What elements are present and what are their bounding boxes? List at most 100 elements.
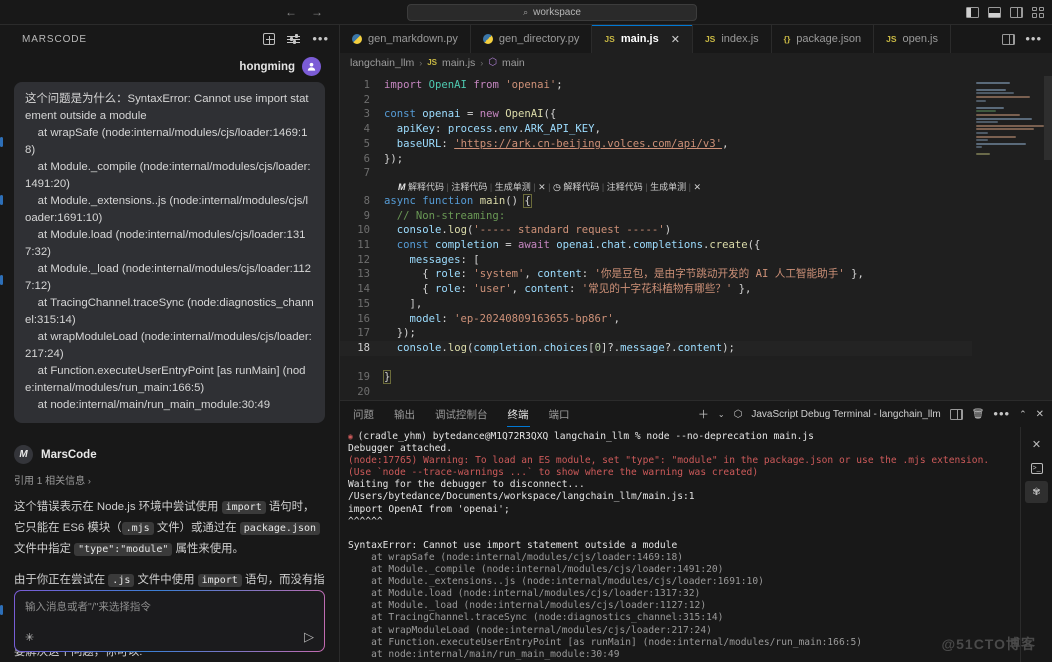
sliders-icon[interactable]: [287, 34, 301, 45]
code-editor[interactable]: 1 import OpenAI from 'openai'; 2 3 const o…: [340, 72, 972, 400]
close-icon[interactable]: ✕: [1036, 409, 1044, 420]
breadcrumb-separator: ›: [419, 57, 423, 68]
breadcrumb[interactable]: langchain_llm › JS main.js › ⬡ main: [340, 53, 1052, 72]
sparkle-icon[interactable]: ✳: [25, 631, 34, 644]
p1-e: 属性来使用。: [172, 543, 244, 555]
terminal-line-text: Waiting for the debugger to disconnect..…: [348, 479, 585, 491]
debug-icon: ✾: [1032, 486, 1041, 498]
function-symbol-icon: ⬡: [488, 57, 498, 68]
ellipsis-icon[interactable]: •••: [993, 407, 1010, 420]
terminal-list-close-icon[interactable]: ✕: [1025, 433, 1048, 455]
terminal-line-text: (node:17765) Warning: To load an ES modu…: [348, 455, 990, 467]
user-message-header: hongming: [14, 53, 325, 82]
bottom-panel: 问题 输出 调试控制台 终端 端口 ＋ ⌄ ⬡ JavaScript Debug…: [340, 400, 1052, 662]
line-number: 4: [363, 123, 370, 136]
codelens2-comment[interactable]: 注释代码: [607, 182, 643, 192]
terminal-line: [348, 528, 1020, 540]
panel-right-icon[interactable]: [1010, 6, 1023, 18]
terminal-list-item-debug[interactable]: ✾: [1025, 481, 1048, 503]
javascript-file-icon: JS: [886, 34, 897, 44]
chat-input[interactable]: 输入消息或者"/"来选择指令 ✳ ▷: [14, 590, 325, 652]
line-number: 20: [357, 386, 370, 399]
codelens2-close-icon[interactable]: ✕: [693, 182, 701, 192]
codelens-comment[interactable]: 注释代码: [451, 182, 487, 192]
terminal-line: SyntaxError: Cannot use import statement…: [348, 540, 1020, 552]
chevron-down-icon[interactable]: ⌄: [718, 410, 725, 419]
breadcrumb-file[interactable]: main.js: [442, 57, 475, 69]
editor-viewport: 1 import OpenAI from 'openai'; 2 3 const o…: [340, 72, 1052, 400]
panel-header: 问题 输出 调试控制台 终端 端口 ＋ ⌄ ⬡ JavaScript Debug…: [340, 401, 1052, 427]
user-avatar-icon[interactable]: [302, 57, 321, 76]
terminal-list-item-shell[interactable]: >_: [1025, 457, 1048, 479]
new-terminal-icon[interactable]: ＋: [698, 406, 709, 422]
tab-open-js[interactable]: JS open.js: [874, 25, 951, 53]
codelens-explain[interactable]: 解释代码: [408, 182, 444, 192]
ellipsis-icon[interactable]: •••: [312, 32, 329, 45]
tab-main-js[interactable]: JS main.js ✕: [592, 25, 693, 53]
command-center-search[interactable]: ⌕ workspace: [407, 3, 697, 21]
codelens2-explain[interactable]: 解释代码: [563, 182, 599, 192]
terminal-line-text: (Use `node --trace-warnings ...` to show…: [348, 467, 759, 479]
terminal-output[interactable]: ◉ (cradle_yhm) bytedance@M1Q72R3QXQ lang…: [340, 427, 1020, 662]
trash-icon[interactable]: 🗑: [972, 409, 985, 420]
panel-tab-terminal[interactable]: 终端: [506, 403, 530, 427]
panel-body: ◉ (cradle_yhm) bytedance@M1Q72R3QXQ lang…: [340, 427, 1052, 662]
send-icon[interactable]: ▷: [304, 629, 314, 645]
line-number: 16: [357, 312, 370, 325]
line-number: 5: [363, 137, 370, 150]
debug-terminal-icon: ⬡: [733, 408, 743, 420]
tab-label: open.js: [902, 33, 938, 45]
codelens2-unittest[interactable]: 生成单测: [650, 182, 686, 192]
terminal-tab-list: ✕ >_ ✾: [1020, 427, 1052, 662]
tab-gen_markdown-py[interactable]: gen_markdown.py: [340, 25, 471, 53]
terminal-line-text: (cradle_yhm) bytedance@M1Q72R3QXQ langch…: [357, 431, 814, 442]
forward-icon[interactable]: →: [311, 6, 323, 18]
tab-package-json[interactable]: {} package.json: [772, 25, 875, 53]
p2-a: 由于你正在尝试在: [14, 574, 109, 586]
assistant-message-header: M MarsCode: [14, 445, 325, 464]
code-content[interactable]: 1 import OpenAI from 'openai'; 2 3 const o…: [340, 72, 972, 181]
panel-tab-ports[interactable]: 端口: [548, 403, 571, 426]
panel-bottom-icon[interactable]: [988, 6, 1001, 18]
close-icon[interactable]: ✕: [671, 33, 680, 46]
breadcrumb-symbol[interactable]: main: [502, 57, 525, 69]
codelens-unittest[interactable]: 生成单测: [495, 182, 531, 192]
terminal-line-text: at Module._compile (node:internal/module…: [348, 564, 724, 576]
terminal-line: (node:17765) Warning: To load an ES modu…: [348, 455, 1020, 467]
line-number: 3: [363, 108, 370, 121]
panel-tab-debug-console[interactable]: 调试控制台: [434, 403, 489, 426]
ellipsis-icon[interactable]: •••: [1025, 32, 1042, 45]
tab-gen_directory-py[interactable]: gen_directory.py: [471, 25, 593, 53]
terminal-name[interactable]: JavaScript Debug Terminal - langchain_ll…: [751, 409, 940, 420]
citation-toggle[interactable]: 引用 1 相关信息 ›: [14, 472, 325, 487]
back-icon[interactable]: ←: [285, 6, 297, 18]
terminal-line: Waiting for the debugger to disconnect..…: [348, 479, 1020, 491]
composer-wrap: 输入消息或者"/"来选择指令 ✳ ▷: [14, 590, 325, 652]
chevron-right-icon: ›: [87, 476, 91, 486]
new-chat-icon[interactable]: [263, 33, 276, 45]
chevron-up-icon[interactable]: ⌃: [1019, 409, 1027, 420]
ai-assist-icon: ◷: [552, 181, 561, 192]
chat-scroll-area[interactable]: hongming 这个问题是为什么：SyntaxError: Cannot us…: [0, 53, 339, 662]
tab-index-js[interactable]: JS index.js: [693, 25, 772, 53]
codelens-close-icon[interactable]: ✕: [538, 182, 546, 192]
terminal-line: at Module._extensions..js (node:internal…: [348, 576, 1020, 588]
terminal-line: ^^^^^^: [348, 516, 1020, 528]
p1-code-3: package.json: [239, 522, 321, 535]
minimap[interactable]: [972, 72, 1052, 400]
code-content-2[interactable]: 8 async function main() { 9 // Non-stream…: [340, 193, 972, 400]
javascript-file-icon: JS: [704, 34, 716, 44]
code-lens-bar[interactable]: M 解释代码 | 注释代码 | 生成单测 | ✕ | ◷ 解释代码 | 注释代码…: [340, 181, 972, 194]
minimap-slider[interactable]: [1044, 76, 1052, 160]
panel-left-icon[interactable]: [966, 6, 979, 18]
terminal-line: /Users/bytedance/Documents/workspace/lan…: [348, 491, 1020, 503]
nav-buttons: ← →: [285, 6, 323, 18]
line-number: 7: [363, 167, 370, 180]
breadcrumb-folder[interactable]: langchain_llm: [350, 57, 414, 69]
panel-tab-problems[interactable]: 问题: [352, 403, 375, 426]
split-terminal-icon[interactable]: [949, 408, 963, 420]
layout-grid-icon[interactable]: [1032, 6, 1044, 18]
split-editor-icon[interactable]: [1002, 33, 1016, 45]
terminal-line-text: at Function.executeUserEntryPoint [as ru…: [348, 636, 863, 648]
panel-tab-output[interactable]: 输出: [393, 403, 416, 426]
